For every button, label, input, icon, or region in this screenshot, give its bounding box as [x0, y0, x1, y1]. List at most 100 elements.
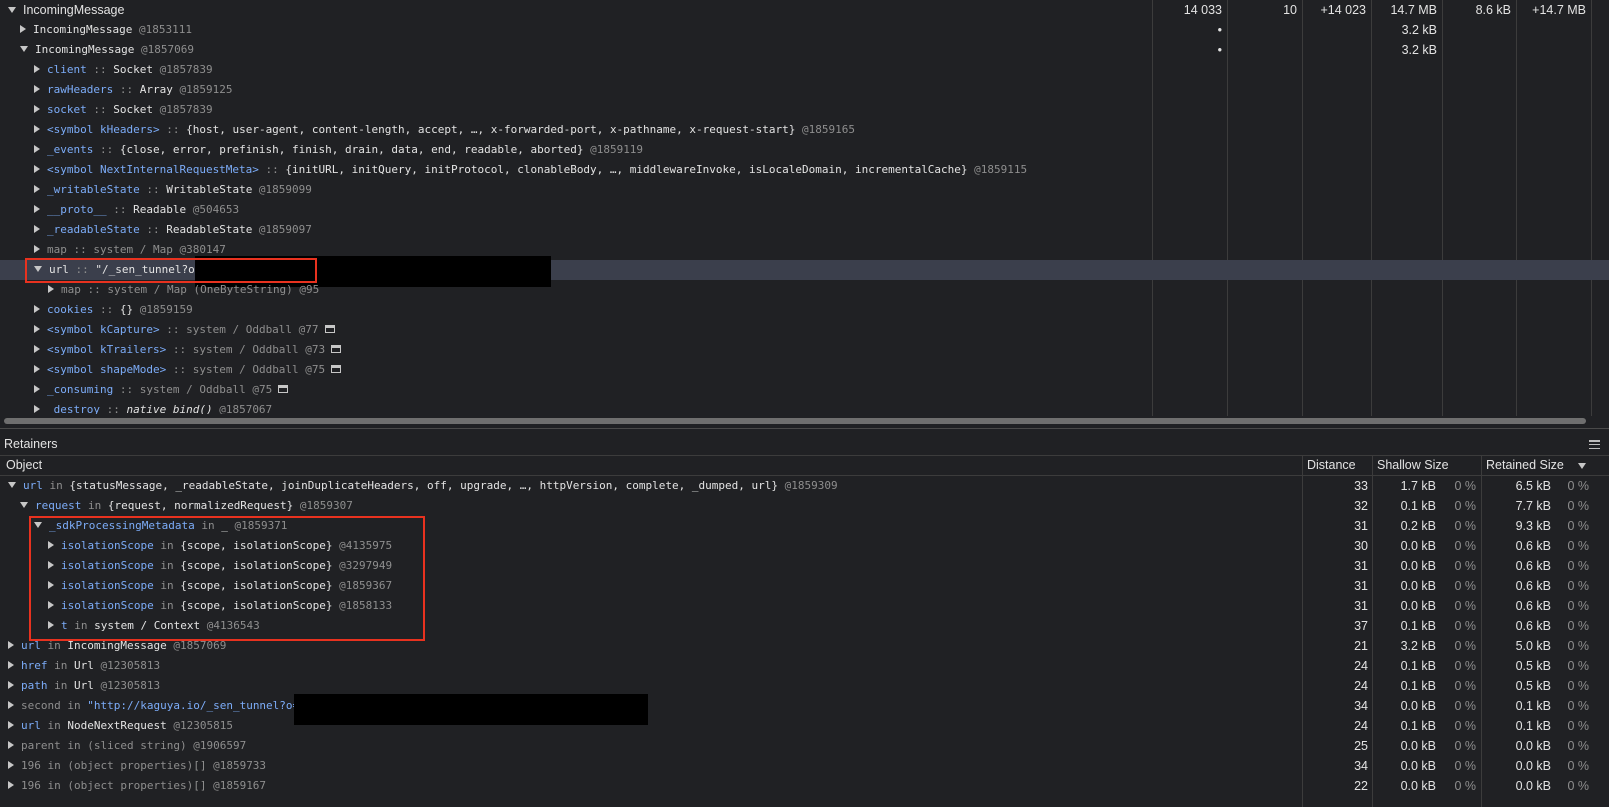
pane-splitter[interactable] [0, 428, 1609, 429]
retainer-retained-size: 0.5 kB [1515, 679, 1551, 693]
row-distance: • [1217, 23, 1222, 37]
expand-triangle-icon[interactable] [34, 165, 40, 173]
tree-row[interactable]: <symbol shapeMode> :: system / Oddball @… [0, 360, 1609, 380]
tree-row[interactable]: IncomingMessage @1853111 • 3.2 kB [0, 20, 1609, 40]
tree-row[interactable]: socket :: Socket @1857839 [0, 100, 1609, 120]
tree-row[interactable]: <symbol NextInternalRequestMeta> :: {ini… [0, 160, 1609, 180]
retainer-shallow-size: 0.1 kB [1400, 499, 1436, 513]
column-header-retained-size[interactable]: Retained Size [1486, 455, 1564, 476]
retainer-shallow-percent: 0 % [1454, 739, 1476, 753]
expand-triangle-icon[interactable] [34, 325, 40, 333]
tree-row[interactable]: <symbol kHeaders> :: {host, user-agent, … [0, 120, 1609, 140]
root-size: 14.7 MB [1390, 3, 1437, 17]
tree-row[interactable]: _destroy :: native_bind() @1857067 [0, 400, 1609, 414]
tree-row[interactable]: __proto__ :: Readable @504653 [0, 200, 1609, 220]
expand-triangle-icon[interactable] [20, 46, 28, 52]
retainer-distance: 31 [1354, 519, 1368, 533]
expand-triangle-icon[interactable] [8, 781, 14, 789]
retainer-shallow-percent: 0 % [1454, 539, 1476, 553]
expand-triangle-icon[interactable] [8, 6, 16, 13]
retainers-title: Retainers [4, 437, 58, 451]
retainer-row[interactable]: url in {statusMessage, _readableState, j… [0, 476, 1609, 496]
expand-triangle-icon[interactable] [8, 641, 14, 649]
tree-row[interactable]: client :: Socket @1857839 [0, 60, 1609, 80]
retainer-row[interactable]: second in "http://kaguya.io/_sen_tunnel?… [0, 696, 1609, 716]
expand-triangle-icon[interactable] [34, 145, 40, 153]
retainer-distance: 31 [1354, 599, 1368, 613]
retainer-retained-percent: 0 % [1567, 619, 1589, 633]
retainer-shallow-percent: 0 % [1454, 519, 1476, 533]
root-delta: +14 023 [1320, 3, 1366, 17]
store-as-global-icon[interactable] [278, 385, 289, 393]
store-as-global-icon[interactable] [324, 325, 335, 333]
retainer-row[interactable]: parent in (sliced string) @1906597 25 0.0 … [0, 736, 1609, 756]
retainer-distance: 30 [1354, 539, 1368, 553]
retainer-shallow-percent: 0 % [1454, 779, 1476, 793]
retainer-row[interactable]: 196 in (object properties)[] @1859167 22 0… [0, 776, 1609, 796]
tree-row-root[interactable]: IncomingMessage 14 033 10 +14 023 14.7 M… [0, 0, 1609, 20]
expand-triangle-icon[interactable] [8, 701, 14, 709]
tree-row[interactable]: IncomingMessage @1857069 • 3.2 kB [0, 40, 1609, 60]
sort-descending-icon[interactable] [1578, 463, 1586, 469]
expand-triangle-icon[interactable] [34, 125, 40, 133]
tree-row[interactable]: _consuming :: system / Oddball @75 [0, 380, 1609, 400]
retainer-retained-percent: 0 % [1567, 659, 1589, 673]
expand-triangle-icon[interactable] [34, 205, 40, 213]
tree-row[interactable]: _readableState :: ReadableState @1859097 [0, 220, 1609, 240]
retainer-row[interactable]: request in {request, normalizedRequest} … [0, 496, 1609, 516]
expand-triangle-icon[interactable] [34, 405, 40, 413]
retainer-distance: 33 [1354, 479, 1368, 493]
expand-triangle-icon[interactable] [8, 661, 14, 669]
expand-triangle-icon[interactable] [48, 285, 54, 293]
store-as-global-icon[interactable] [331, 365, 342, 373]
tree-row[interactable]: _writableState :: WritableState @1859099 [0, 180, 1609, 200]
retainer-distance: 21 [1354, 639, 1368, 653]
retainer-row[interactable]: 196 in (object properties)[] @1859733 34 0… [0, 756, 1609, 776]
expand-triangle-icon[interactable] [34, 65, 40, 73]
tree-row[interactable]: <symbol kTrailers> :: system / Oddball @… [0, 340, 1609, 360]
expand-triangle-icon[interactable] [34, 305, 40, 313]
tree-row[interactable]: cookies :: {} @1859159 [0, 300, 1609, 320]
hamburger-icon[interactable] [1589, 440, 1600, 450]
expand-triangle-icon[interactable] [8, 681, 14, 689]
retainer-retained-size: 0.6 kB [1515, 539, 1551, 553]
retainer-retained-percent: 0 % [1567, 639, 1589, 653]
retainer-shallow-percent: 0 % [1454, 559, 1476, 573]
retainer-row[interactable]: path in Url @12305813 24 0.1 kB 0 % 0.5 kB 0 … [0, 676, 1609, 696]
tree-row[interactable]: <symbol kCapture> :: system / Oddball @7… [0, 320, 1609, 340]
tree-row[interactable]: rawHeaders :: Array @1859125 [0, 80, 1609, 100]
expand-triangle-icon[interactable] [34, 245, 40, 253]
column-header-distance[interactable]: Distance [1307, 455, 1356, 476]
expand-triangle-icon[interactable] [8, 721, 14, 729]
retainer-shallow-percent: 0 % [1454, 699, 1476, 713]
retainer-retained-size: 0.5 kB [1515, 659, 1551, 673]
expand-triangle-icon[interactable] [20, 25, 26, 33]
expand-triangle-icon[interactable] [34, 185, 40, 193]
expand-triangle-icon[interactable] [8, 741, 14, 749]
column-header-object[interactable]: Object [6, 455, 42, 476]
tree-row[interactable]: map :: system / Map (OneByteString) @95 [0, 280, 1609, 300]
retainer-shallow-size: 0.1 kB [1400, 659, 1436, 673]
expand-triangle-icon[interactable] [34, 105, 40, 113]
retainer-shallow-size: 0.0 kB [1400, 539, 1436, 553]
tree-row[interactable]: _events :: {close, error, prefinish, fin… [0, 140, 1609, 160]
retainer-retained-percent: 0 % [1567, 479, 1589, 493]
expand-triangle-icon[interactable] [34, 85, 40, 93]
horizontal-scrollbar[interactable] [0, 416, 1609, 426]
highlight-box [29, 516, 425, 641]
expand-triangle-icon[interactable] [34, 385, 40, 393]
expand-triangle-icon[interactable] [34, 345, 40, 353]
expand-triangle-icon[interactable] [34, 365, 40, 373]
expand-triangle-icon[interactable] [8, 482, 16, 488]
column-header-shallow-size[interactable]: Shallow Size [1377, 455, 1449, 476]
store-as-global-icon[interactable] [331, 345, 342, 353]
retainer-shallow-percent: 0 % [1454, 499, 1476, 513]
expand-triangle-icon[interactable] [34, 225, 40, 233]
expand-triangle-icon[interactable] [20, 502, 28, 508]
retainer-retained-size: 0.6 kB [1515, 559, 1551, 573]
retainer-row[interactable]: url in NodeNextRequest @12305815 24 0.1 kB… [0, 716, 1609, 736]
expand-triangle-icon[interactable] [8, 761, 14, 769]
scrollbar-thumb[interactable] [4, 418, 1586, 424]
retainer-shallow-size: 0.0 kB [1400, 759, 1436, 773]
retainer-row[interactable]: href in Url @12305813 24 0.1 kB 0 % 0.5 kB 0 … [0, 656, 1609, 676]
